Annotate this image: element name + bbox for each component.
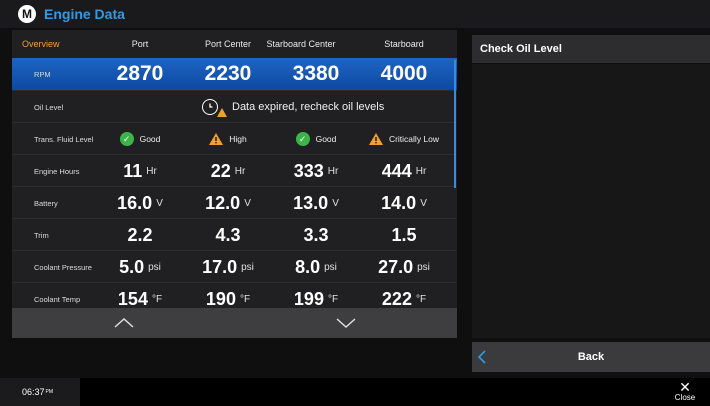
- rpm-port-value: 2870: [116, 62, 164, 85]
- check-icon: ✓: [119, 132, 134, 146]
- battery-unit: V: [244, 197, 251, 209]
- column-starboard: Starboard: [384, 39, 424, 49]
- pressure-unit: psi: [148, 261, 161, 273]
- hours-unit: Hr: [327, 165, 339, 177]
- brand-logo: M: [18, 5, 36, 23]
- oil-message-text: Data expired, recheck oil levels: [232, 101, 385, 113]
- panel-title: Check Oil Level: [472, 35, 710, 63]
- battery-starboard-center-value: 13.0: [293, 192, 329, 213]
- hours-port-center-value: 22: [210, 160, 231, 181]
- warning-icon: [217, 108, 227, 117]
- warning-icon: [368, 133, 383, 145]
- battery-starboard-value: 14.0: [381, 192, 417, 213]
- pressure-port-value: 5.0: [119, 256, 145, 277]
- battery-unit: V: [156, 197, 163, 209]
- pressure-starboard-value: 27.0: [378, 256, 414, 277]
- rpm-starboard-center-value: 3380: [292, 62, 340, 85]
- scroll-down-button[interactable]: [334, 314, 358, 332]
- temp-starboard-value: 222: [381, 288, 412, 309]
- trim-port-value: 2.2: [127, 224, 153, 245]
- app-title: Engine Data: [44, 6, 125, 22]
- time-suffix: PM: [45, 388, 54, 395]
- trans-starboard-status: Critically Low: [388, 134, 440, 144]
- pressure-starboard-center-value: 8.0: [295, 256, 321, 277]
- column-port: Port: [131, 39, 149, 49]
- battery-unit: V: [332, 197, 339, 209]
- rpm-port-center-value: 2230: [204, 62, 252, 85]
- row-label-engine-hours: Engine Hours: [34, 166, 80, 176]
- close-icon: ✕: [679, 379, 691, 395]
- temp-unit: °F: [239, 293, 251, 305]
- temp-unit: °F: [415, 293, 427, 305]
- table-scrollbar[interactable]: [454, 60, 456, 188]
- trim-starboard-value: 1.5: [391, 224, 417, 245]
- row-oil-level[interactable]: Oil Level Data expired, recheck oil leve…: [12, 90, 457, 123]
- hours-starboard-value: 444: [381, 160, 412, 181]
- temp-unit: °F: [151, 293, 163, 305]
- row-trim[interactable]: Trim 2.2 4.3 3.3 1.5: [12, 218, 457, 251]
- row-battery[interactable]: Battery 16.0 V 12.0 V 13.0 V 14.0 V: [12, 186, 457, 219]
- column-port-center: Port Center: [204, 39, 252, 49]
- panel-body: [472, 64, 710, 338]
- check-icon: ✓: [295, 132, 310, 146]
- battery-port-center-value: 12.0: [205, 192, 241, 213]
- close-button[interactable]: ✕ Close: [665, 378, 705, 406]
- row-rpm[interactable]: RPM 2870 2230 3380 4000: [12, 58, 457, 90]
- table-nav-bar: [12, 308, 457, 338]
- row-engine-hours[interactable]: Engine Hours 11 Hr 22 Hr 333 Hr 444 Hr: [12, 154, 457, 187]
- trim-port-center-value: 4.3: [215, 224, 241, 245]
- warning-icon: [209, 133, 224, 145]
- battery-port-value: 16.0: [117, 192, 153, 213]
- temp-port-value: 154: [117, 288, 148, 309]
- hours-port-value: 11: [123, 160, 143, 181]
- clock-display: 06:37 PM: [0, 378, 80, 406]
- hours-unit: Hr: [415, 165, 427, 177]
- row-label-battery: Battery: [34, 198, 58, 208]
- row-trans-fluid[interactable]: Trans. Fluid Level ✓ Good High ✓ Good Crit…: [12, 122, 457, 155]
- row-label-trim: Trim: [34, 230, 49, 240]
- scroll-up-button[interactable]: [112, 314, 136, 332]
- row-label-rpm: RPM: [34, 69, 51, 79]
- close-label: Close: [674, 393, 696, 402]
- pressure-port-center-value: 17.0: [202, 256, 238, 277]
- temp-unit: °F: [327, 293, 339, 305]
- trans-starboard-center-status: Good: [315, 134, 337, 144]
- trans-port-status: Good: [139, 134, 161, 144]
- battery-unit: V: [420, 197, 427, 209]
- overview-label: Overview: [22, 39, 60, 49]
- temp-port-center-value: 190: [205, 288, 236, 309]
- temp-starboard-center-value: 199: [293, 288, 324, 309]
- row-label-coolant-pressure: Coolant Pressure: [34, 262, 92, 272]
- row-coolant-pressure[interactable]: Coolant Pressure 5.0 psi 17.0 psi 8.0 psi 2…: [12, 250, 457, 283]
- hours-unit: Hr: [234, 165, 246, 177]
- hours-unit: Hr: [146, 165, 157, 177]
- oil-expired-message: Data expired, recheck oil levels: [202, 91, 384, 123]
- engine-data-table: Overview Port Port Center Starboard Cent…: [12, 30, 457, 338]
- top-bar: M Engine Data: [0, 0, 710, 28]
- column-starboard-center: Starboard Center: [266, 39, 336, 49]
- trim-starboard-center-value: 3.3: [303, 224, 329, 245]
- back-button-label: Back: [577, 351, 605, 363]
- pressure-unit: psi: [241, 261, 254, 273]
- back-button[interactable]: Back: [472, 342, 710, 372]
- clock-icon: [202, 99, 227, 117]
- pressure-unit: psi: [324, 261, 337, 273]
- hours-starboard-center-value: 333: [293, 160, 324, 181]
- rpm-starboard-value: 4000: [380, 62, 428, 85]
- pressure-unit: psi: [417, 261, 430, 273]
- row-label-trans-fluid: Trans. Fluid Level: [34, 134, 94, 144]
- bottom-bar: 06:37 PM ✕ Close: [0, 378, 710, 406]
- trans-port-center-status: High: [229, 134, 247, 144]
- row-label-oil-level: Oil Level: [34, 102, 64, 112]
- time-value: 06:37: [22, 387, 45, 397]
- table-header: Overview Port Port Center Starboard Cent…: [12, 30, 457, 58]
